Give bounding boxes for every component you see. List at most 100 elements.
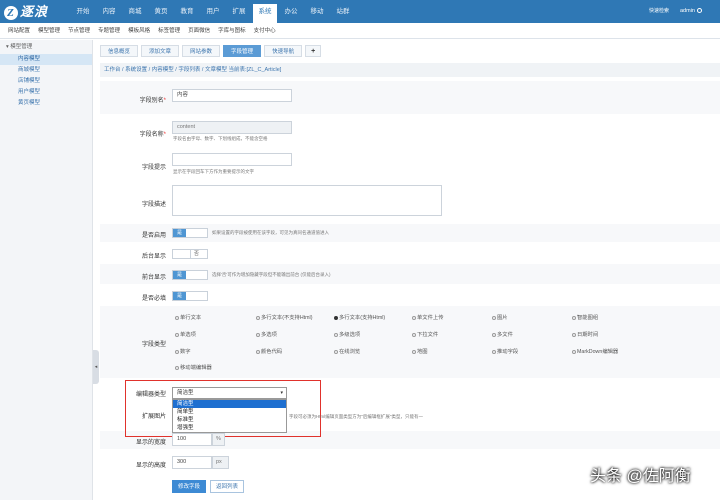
height-input[interactable]: 300 (172, 456, 212, 469)
dropdown-option[interactable]: 简单型 (173, 408, 286, 416)
sidebar-item[interactable]: 黄页模型 (0, 98, 92, 109)
type-radio[interactable]: 颜色代码 (256, 347, 282, 355)
tip-hint: 显示在字段回车下方作为重要提示的文字 (173, 169, 254, 174)
sub-nav-item[interactable]: 网站配置 (4, 23, 34, 38)
radio-circle-icon (572, 315, 576, 320)
tab[interactable]: 添加文章 (141, 45, 180, 57)
tab[interactable]: 字段管理 (223, 45, 262, 57)
quick-search-link[interactable]: 快速检索 (649, 4, 669, 19)
type-radio[interactable]: 地图 (412, 347, 428, 355)
top-nav-item[interactable]: 商城 (122, 0, 148, 23)
editor-select[interactable]: 简洁型 ▾ (172, 387, 287, 399)
dropdown-option[interactable]: 增强型 (173, 424, 286, 432)
sidebar-item[interactable]: 内容模型 (0, 54, 92, 65)
type-radio[interactable]: 智能图组 (572, 313, 598, 321)
tab-bar: 信息概览 添加文章 网站参数 字段管理 快速导航 + (100, 45, 324, 57)
type-radio[interactable]: 日期时间 (572, 330, 598, 338)
top-nav-item[interactable]: 办公 (278, 0, 304, 23)
back-button[interactable]: 返回列表 (210, 480, 245, 493)
sidebar-item[interactable]: 店铺模型 (0, 76, 92, 87)
sub-nav-item[interactable]: 支付中心 (250, 23, 280, 38)
breadcrumb: 工作台 / 系统设置 / 内容模型 / 字段列表 / 文章模型 当前表:[ZL_… (100, 63, 720, 77)
breadcrumb-item[interactable]: 系统设置 (125, 67, 147, 73)
radio-circle-icon (175, 332, 179, 337)
top-nav-item[interactable]: 系统 (253, 4, 277, 23)
breadcrumb-item[interactable]: 工作台 (104, 67, 121, 73)
required-label: 是否必填 (141, 296, 166, 302)
type-radio[interactable]: 单文件上传 (412, 313, 444, 321)
radio-circle-icon (175, 315, 179, 320)
type-radio-label: 多文件 (497, 332, 513, 338)
required-toggle[interactable]: 是 (172, 291, 208, 301)
submit-button[interactable]: 修改字段 (172, 480, 207, 493)
type-label: 字段类型 (141, 342, 166, 348)
type-radio-label: 移动端编辑器 (180, 365, 212, 371)
enable-hint: 如果设置的字段被使用在该字段，可见为真同名通道值进入 (212, 230, 329, 235)
tab[interactable]: 网站参数 (182, 45, 221, 57)
top-nav-item[interactable]: 用户 (200, 0, 226, 23)
front-toggle[interactable]: 是 (172, 270, 208, 280)
width-input[interactable]: 100 (172, 433, 212, 446)
alias-input[interactable]: 内容 (172, 89, 292, 102)
tip-input[interactable] (172, 153, 292, 166)
type-radio-label: 下拉文件 (417, 332, 439, 338)
type-radio[interactable]: 多行文本(支持Html) (334, 313, 385, 321)
top-nav-item[interactable]: 移动 (304, 0, 330, 23)
sub-nav-item[interactable]: 标签管理 (154, 23, 184, 38)
sub-nav-item[interactable]: 专题管理 (94, 23, 124, 38)
top-nav-item[interactable]: 黄页 (148, 0, 174, 23)
add-tab-button[interactable]: + (305, 45, 322, 57)
sub-nav-item[interactable]: 节点管理 (64, 23, 94, 38)
power-icon[interactable] (696, 8, 702, 14)
sub-nav-item[interactable]: 模板风格 (124, 23, 154, 38)
sidebar: ▾ 模型管理 内容模型 商城模型 店铺模型 用户模型 黄页模型 (0, 40, 93, 500)
desc-label: 字段描述 (141, 202, 166, 208)
type-radio[interactable]: 在线浏览 (334, 347, 360, 355)
top-nav-item[interactable]: 内容 (96, 0, 122, 23)
type-radio[interactable]: 单选项 (175, 330, 196, 338)
desc-textarea[interactable] (172, 185, 442, 216)
type-radio[interactable]: 数字 (175, 347, 191, 355)
type-radio[interactable]: 多级选项 (334, 330, 360, 338)
sidebar-item[interactable]: 商城模型 (0, 65, 92, 76)
type-radio[interactable]: 多选项 (256, 330, 277, 338)
breadcrumb-item[interactable]: 字段列表 (178, 67, 200, 73)
top-nav-item[interactable]: 扩展 (226, 0, 252, 23)
type-radio[interactable]: 移动端编辑器 (175, 363, 212, 371)
dropdown-option[interactable]: 标准型 (173, 416, 286, 424)
backend-toggle[interactable]: 否 (172, 249, 208, 259)
type-radio-label: 单行文本 (180, 315, 202, 321)
height-unit: px (212, 456, 229, 469)
sub-nav-item[interactable]: 页面微信 (184, 23, 214, 38)
radio-circle-icon (175, 349, 179, 354)
tab[interactable]: 信息概览 (100, 45, 139, 57)
top-nav-item[interactable]: 开始 (70, 0, 96, 23)
logo[interactable]: Z 逐浪 (4, 2, 62, 21)
type-radio[interactable]: MarkDown编辑器 (572, 347, 618, 355)
type-radio[interactable]: 单行文本 (175, 313, 201, 321)
logo-text: 逐浪 (20, 4, 49, 19)
type-radio[interactable]: 多文件 (492, 330, 513, 338)
sub-nav-item[interactable]: 字库与图标 (214, 23, 250, 38)
top-nav-item[interactable]: 站群 (330, 0, 356, 23)
radio-circle-icon (175, 365, 179, 370)
top-nav-item[interactable]: 教育 (174, 0, 200, 23)
user-menu[interactable]: admin (680, 4, 702, 19)
enable-label: 是否启用 (141, 233, 166, 239)
type-radio[interactable]: 图片 (492, 313, 508, 321)
type-radio[interactable]: 多行文本(不支持Html) (256, 313, 313, 321)
sub-nav-item[interactable]: 模型管理 (34, 23, 64, 38)
sidebar-item[interactable]: 用户模型 (0, 87, 92, 98)
breadcrumb-item[interactable]: 文章模型 当前表:[ZL_C_Article] (205, 67, 281, 73)
sidebar-title[interactable]: ▾ 模型管理 (0, 40, 92, 54)
sidebar-collapse-button[interactable]: ◂ (93, 350, 99, 384)
enable-toggle[interactable]: 是 (172, 228, 208, 238)
tab[interactable]: 快速导航 (264, 45, 303, 57)
breadcrumb-item[interactable]: 内容模型 (152, 67, 174, 73)
dropdown-option[interactable]: 简洁型 (173, 400, 286, 408)
radio-circle-icon (256, 332, 260, 337)
name-input[interactable]: content (172, 121, 292, 134)
type-radio[interactable]: 下拉文件 (412, 330, 438, 338)
editor-dropdown: 简洁型 简单型 标准型 增强型 (172, 399, 287, 433)
type-radio[interactable]: 推动字段 (492, 347, 518, 355)
